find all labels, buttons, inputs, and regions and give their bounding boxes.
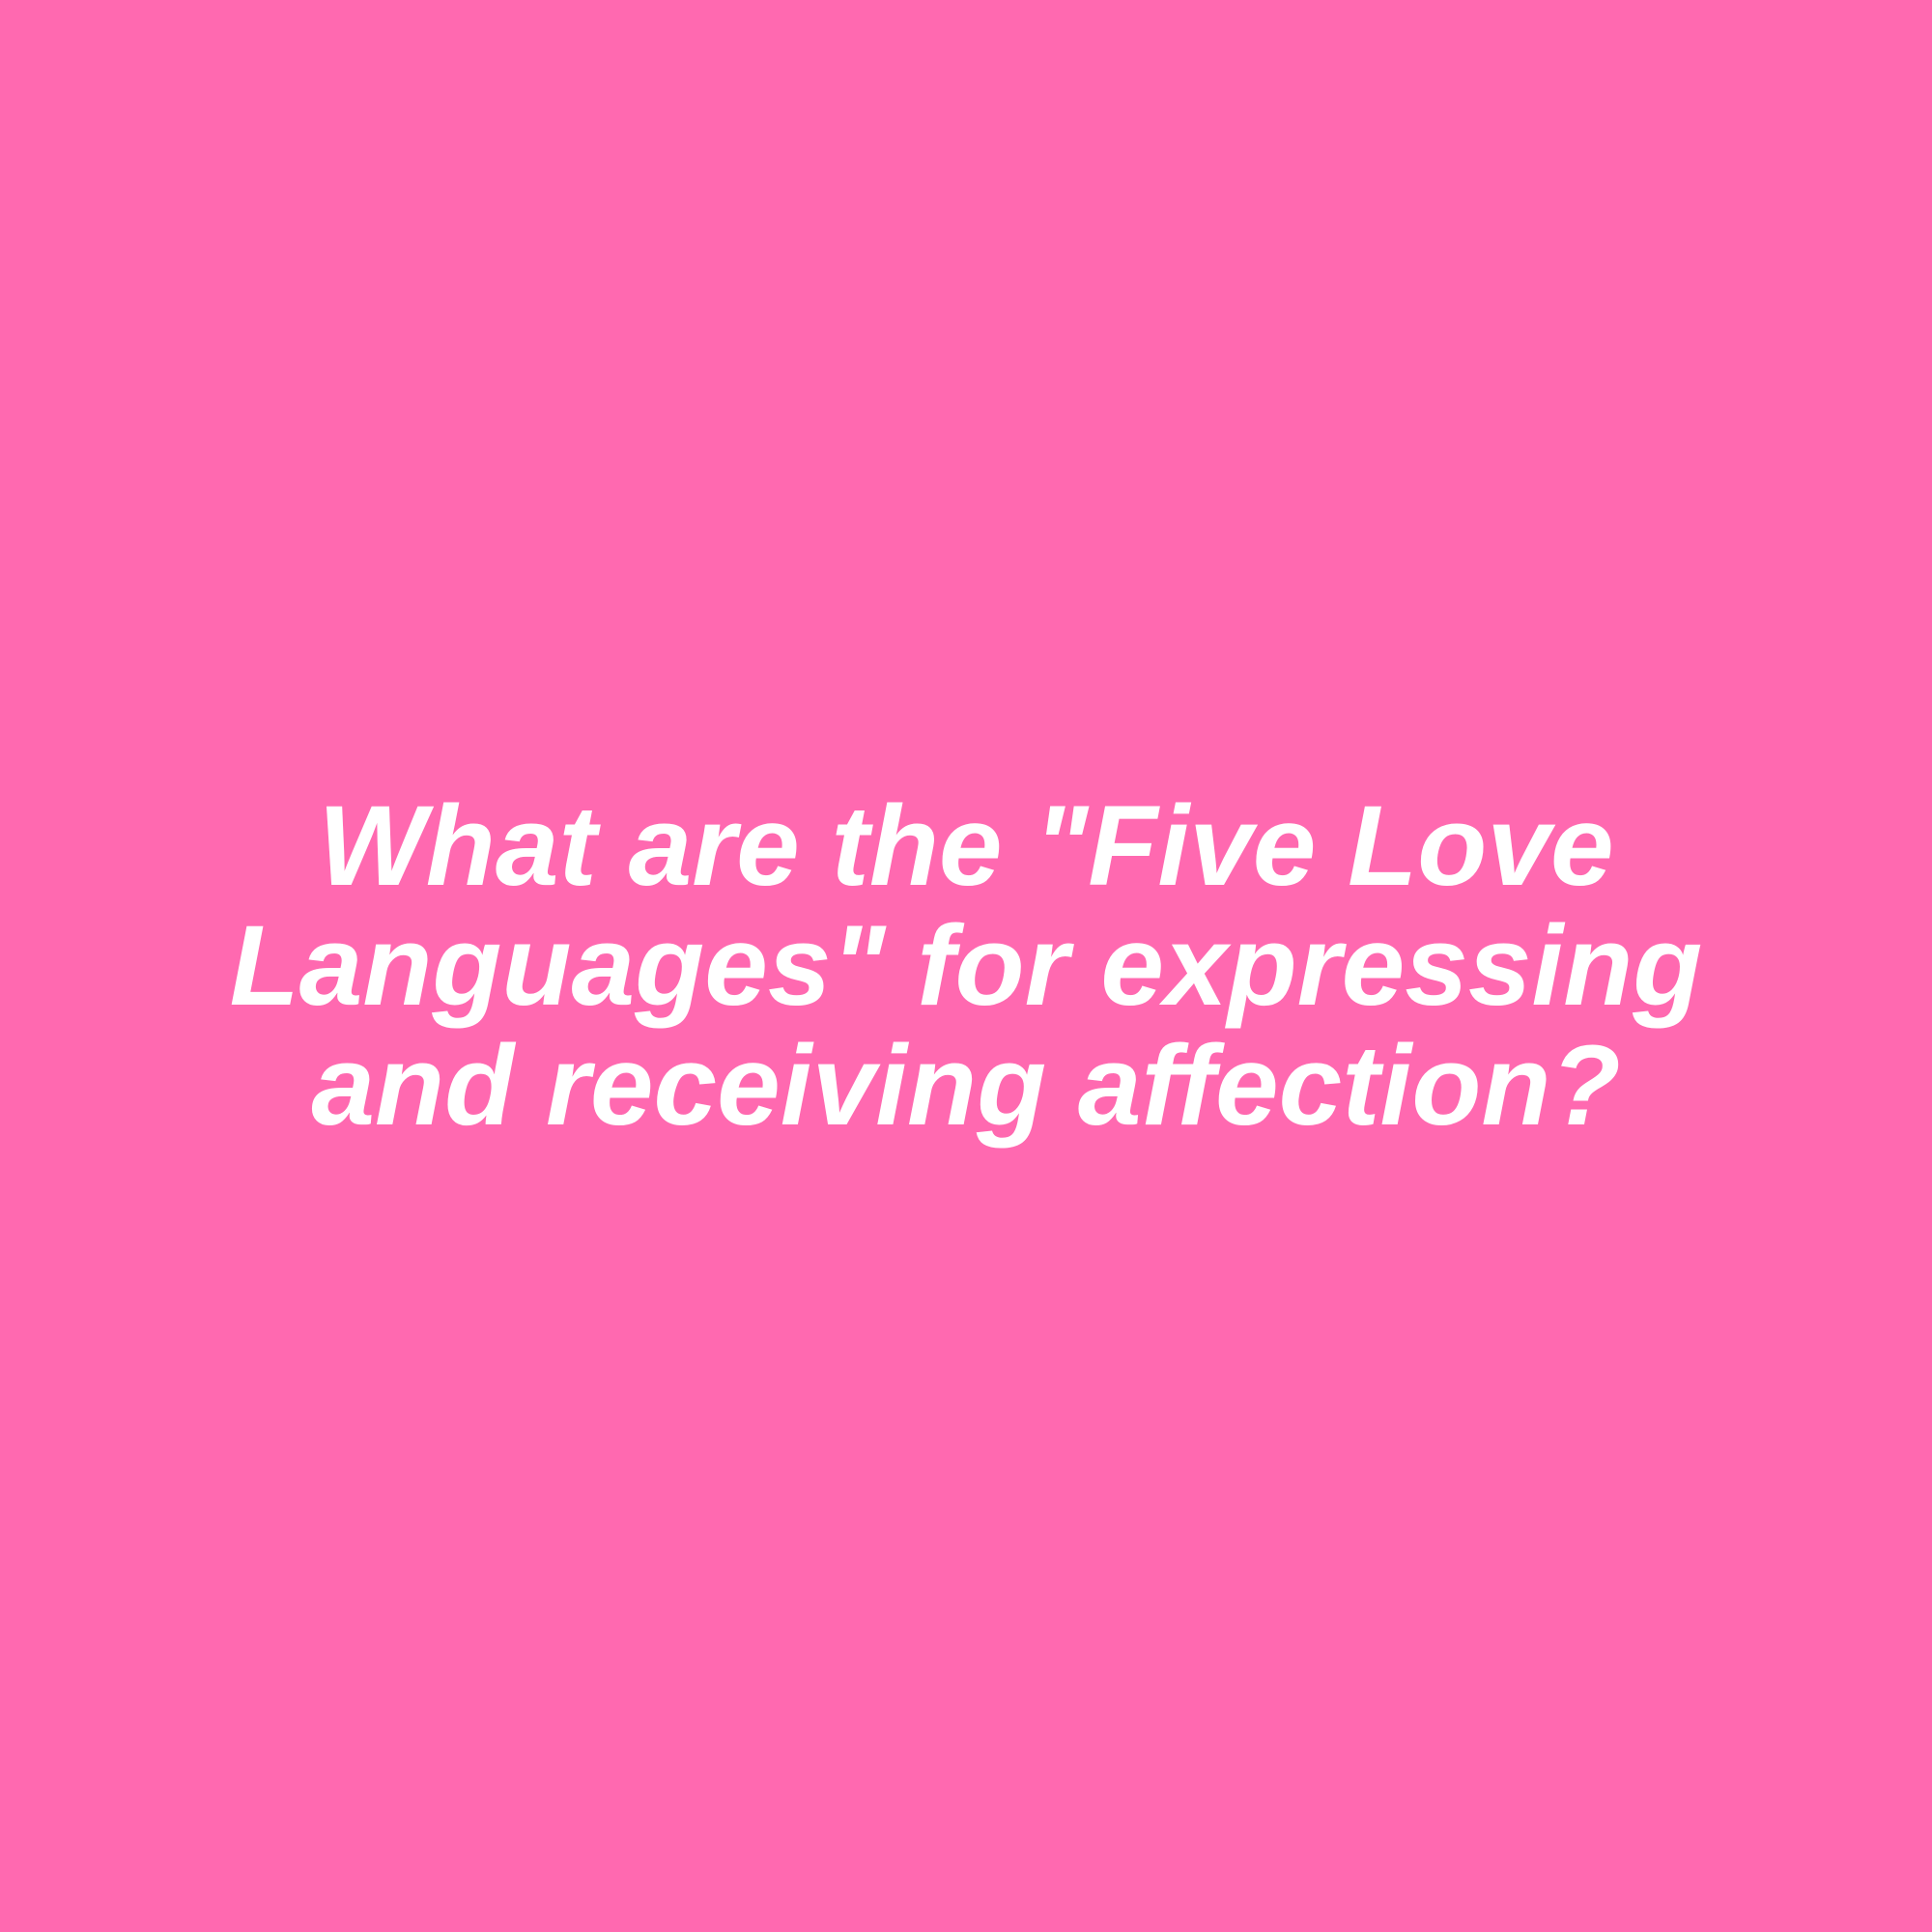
question-card: What are the "Five Love Languages" for e… [0,0,1932,1932]
question-line-3: and receiving affection? [311,1022,1621,1150]
question-line-1: What are the "Five Love [318,782,1614,910]
question-line-2: Languages" for expressing [229,902,1703,1030]
question-text: What are the "Five Love Languages" for e… [116,786,1816,1146]
